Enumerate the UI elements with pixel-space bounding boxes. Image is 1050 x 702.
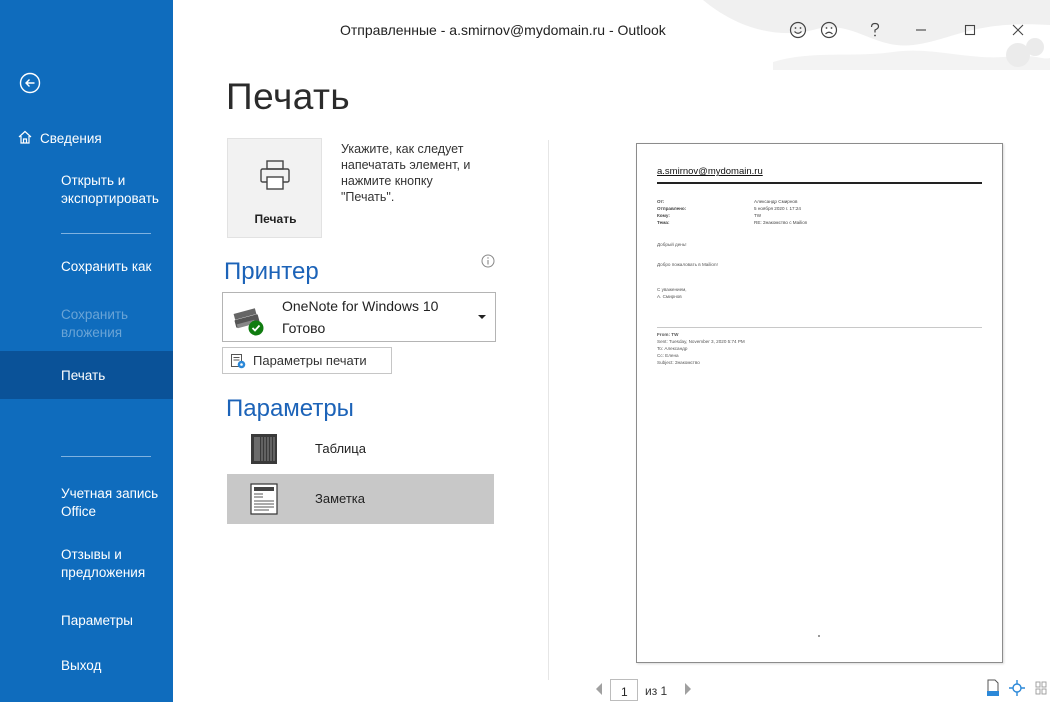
smile-icon [789,21,807,39]
chevron-down-icon [478,315,486,319]
print-style-memo-label: Заметка [315,491,365,506]
backstage-sidebar: Сведения Открыть и экспортировать Сохран… [0,0,173,702]
help-button[interactable] [861,18,889,42]
preview-header-value: Александр Смирнов [754,199,798,204]
nav-separator [61,233,151,234]
frown-icon [820,21,838,39]
actual-size-icon[interactable] [984,678,1002,698]
preview-header-key: Тема: [657,220,670,225]
title-bar: Отправленные - a.smirnov@mydomain.ru - O… [173,0,1050,70]
page-count-label: из 1 [645,684,668,698]
preview-quote-rule [657,327,982,328]
print-style-table-label: Таблица [315,441,366,456]
printer-ready-icon [233,308,264,336]
nav-open-export-line2: экспортировать [61,191,159,206]
info-icon[interactable] [481,254,495,268]
smile-feedback-button[interactable] [784,18,812,42]
preview-page-mark [818,635,820,637]
preview-quoted-line: Subject: Знакомство [657,360,700,365]
preview-body-line: А. Смирнов [657,294,682,299]
nav-save-attachments: Сохранить вложения [0,306,173,342]
preview-header-value: TW [754,213,762,218]
memo-style-icon [250,483,278,515]
printer-dropdown[interactable]: OneNote for Windows 10 Готово [222,292,496,342]
nav-office-account[interactable]: Учетная запись Office [0,485,173,521]
print-description-line: напечатать элемент, и [341,158,471,172]
preview-header-key: Отправлено: [657,206,687,211]
printer-heading: Принтер [224,258,319,285]
multiple-pages-icon[interactable] [1034,678,1048,698]
nav-save-attachments-line2: вложения [61,325,123,340]
print-style-memo[interactable]: Заметка [227,474,494,524]
preview-quoted-line: Sent: Tuesday, November 3, 2020 5:74 PM [657,339,745,344]
preview-header-key: От: [657,199,665,204]
print-description: Укажите, как следует напечатать элемент,… [341,141,521,205]
print-style-table[interactable]: Таблица [227,424,494,474]
previous-page-icon[interactable] [594,682,604,696]
preview-quoted-line: From: TW [657,332,679,337]
print-preview-page: a.smirnov@mydomain.ru От: Александр Смир… [636,143,1003,663]
nav-info[interactable]: Сведения [0,128,173,148]
nav-print[interactable]: Печать [0,351,173,399]
nav-feedback[interactable]: Отзывы и предложения [0,546,173,582]
nav-save-attachments-line1: Сохранить [61,307,129,322]
minimize-button[interactable] [907,18,935,42]
printer-name: OneNote for Windows 10 [282,298,439,314]
preview-body-line: Добрый день! [657,242,687,247]
nav-options[interactable]: Параметры [0,612,173,632]
print-description-line: "Печать". [341,190,395,204]
print-description-line: нажмите кнопку [341,174,433,188]
close-button[interactable] [1004,18,1032,42]
nav-feedback-line2: предложения [61,565,146,580]
preview-header-value: RE: Знакомство с Mailion [754,220,808,225]
nav-office-account-line2: Office [61,504,97,519]
nav-separator [61,456,151,457]
print-button-label: Печать [254,212,297,226]
nav-print-label: Печать [61,368,106,383]
next-page-icon[interactable] [683,682,693,696]
preview-header-value: 5 ноября 2020 г. 17:24 [754,206,801,211]
printer-status: Готово [282,320,326,336]
printer-icon [260,160,290,190]
table-style-icon [251,434,277,464]
settings-heading: Параметры [226,395,354,422]
fit-page-icon[interactable] [1008,678,1026,698]
back-arrow-icon[interactable] [19,72,41,94]
nav-open-export-line1: Открыть и [61,173,126,188]
page-title: Печать [226,76,351,117]
preview-quoted-line: To: Александр [657,346,688,351]
nav-save-as-label: Сохранить как [61,259,152,274]
window-title: Отправленные - a.smirnov@mydomain.ru - O… [340,22,666,38]
nav-info-label: Сведения [40,131,102,146]
page-number-input[interactable] [610,679,638,701]
nav-save-as[interactable]: Сохранить как [0,258,173,278]
print-options-label: Параметры печати [253,353,367,368]
nav-exit-label: Выход [61,658,102,673]
preview-header-key: Кому: [657,213,670,218]
preview-divider [548,140,549,680]
print-options-button[interactable]: Параметры печати [222,347,392,374]
nav-office-account-line1: Учетная запись [61,486,159,501]
close-icon [1012,24,1024,36]
frown-feedback-button[interactable] [815,18,843,42]
nav-options-label: Параметры [61,613,133,628]
maximize-icon [964,24,976,36]
print-button[interactable]: Печать [227,138,322,238]
preview-body-line: Добро пожаловать в Mailion! [657,262,718,267]
print-options-icon [231,354,246,369]
nav-feedback-line1: Отзывы и [61,547,122,562]
preview-email-address: a.smirnov@mydomain.ru [657,166,763,177]
nav-open-export[interactable]: Открыть и экспортировать [0,172,173,208]
nav-exit[interactable]: Выход [0,657,173,677]
home-icon [18,130,32,144]
question-mark-icon [870,22,880,37]
print-description-line: Укажите, как следует [341,142,464,156]
preview-quoted-line: Cc: Елена [657,353,679,358]
preview-body-line: С уважением, [657,287,687,292]
minimize-icon [916,29,926,31]
maximize-button[interactable] [956,18,984,42]
preview-header-rule [657,182,982,184]
